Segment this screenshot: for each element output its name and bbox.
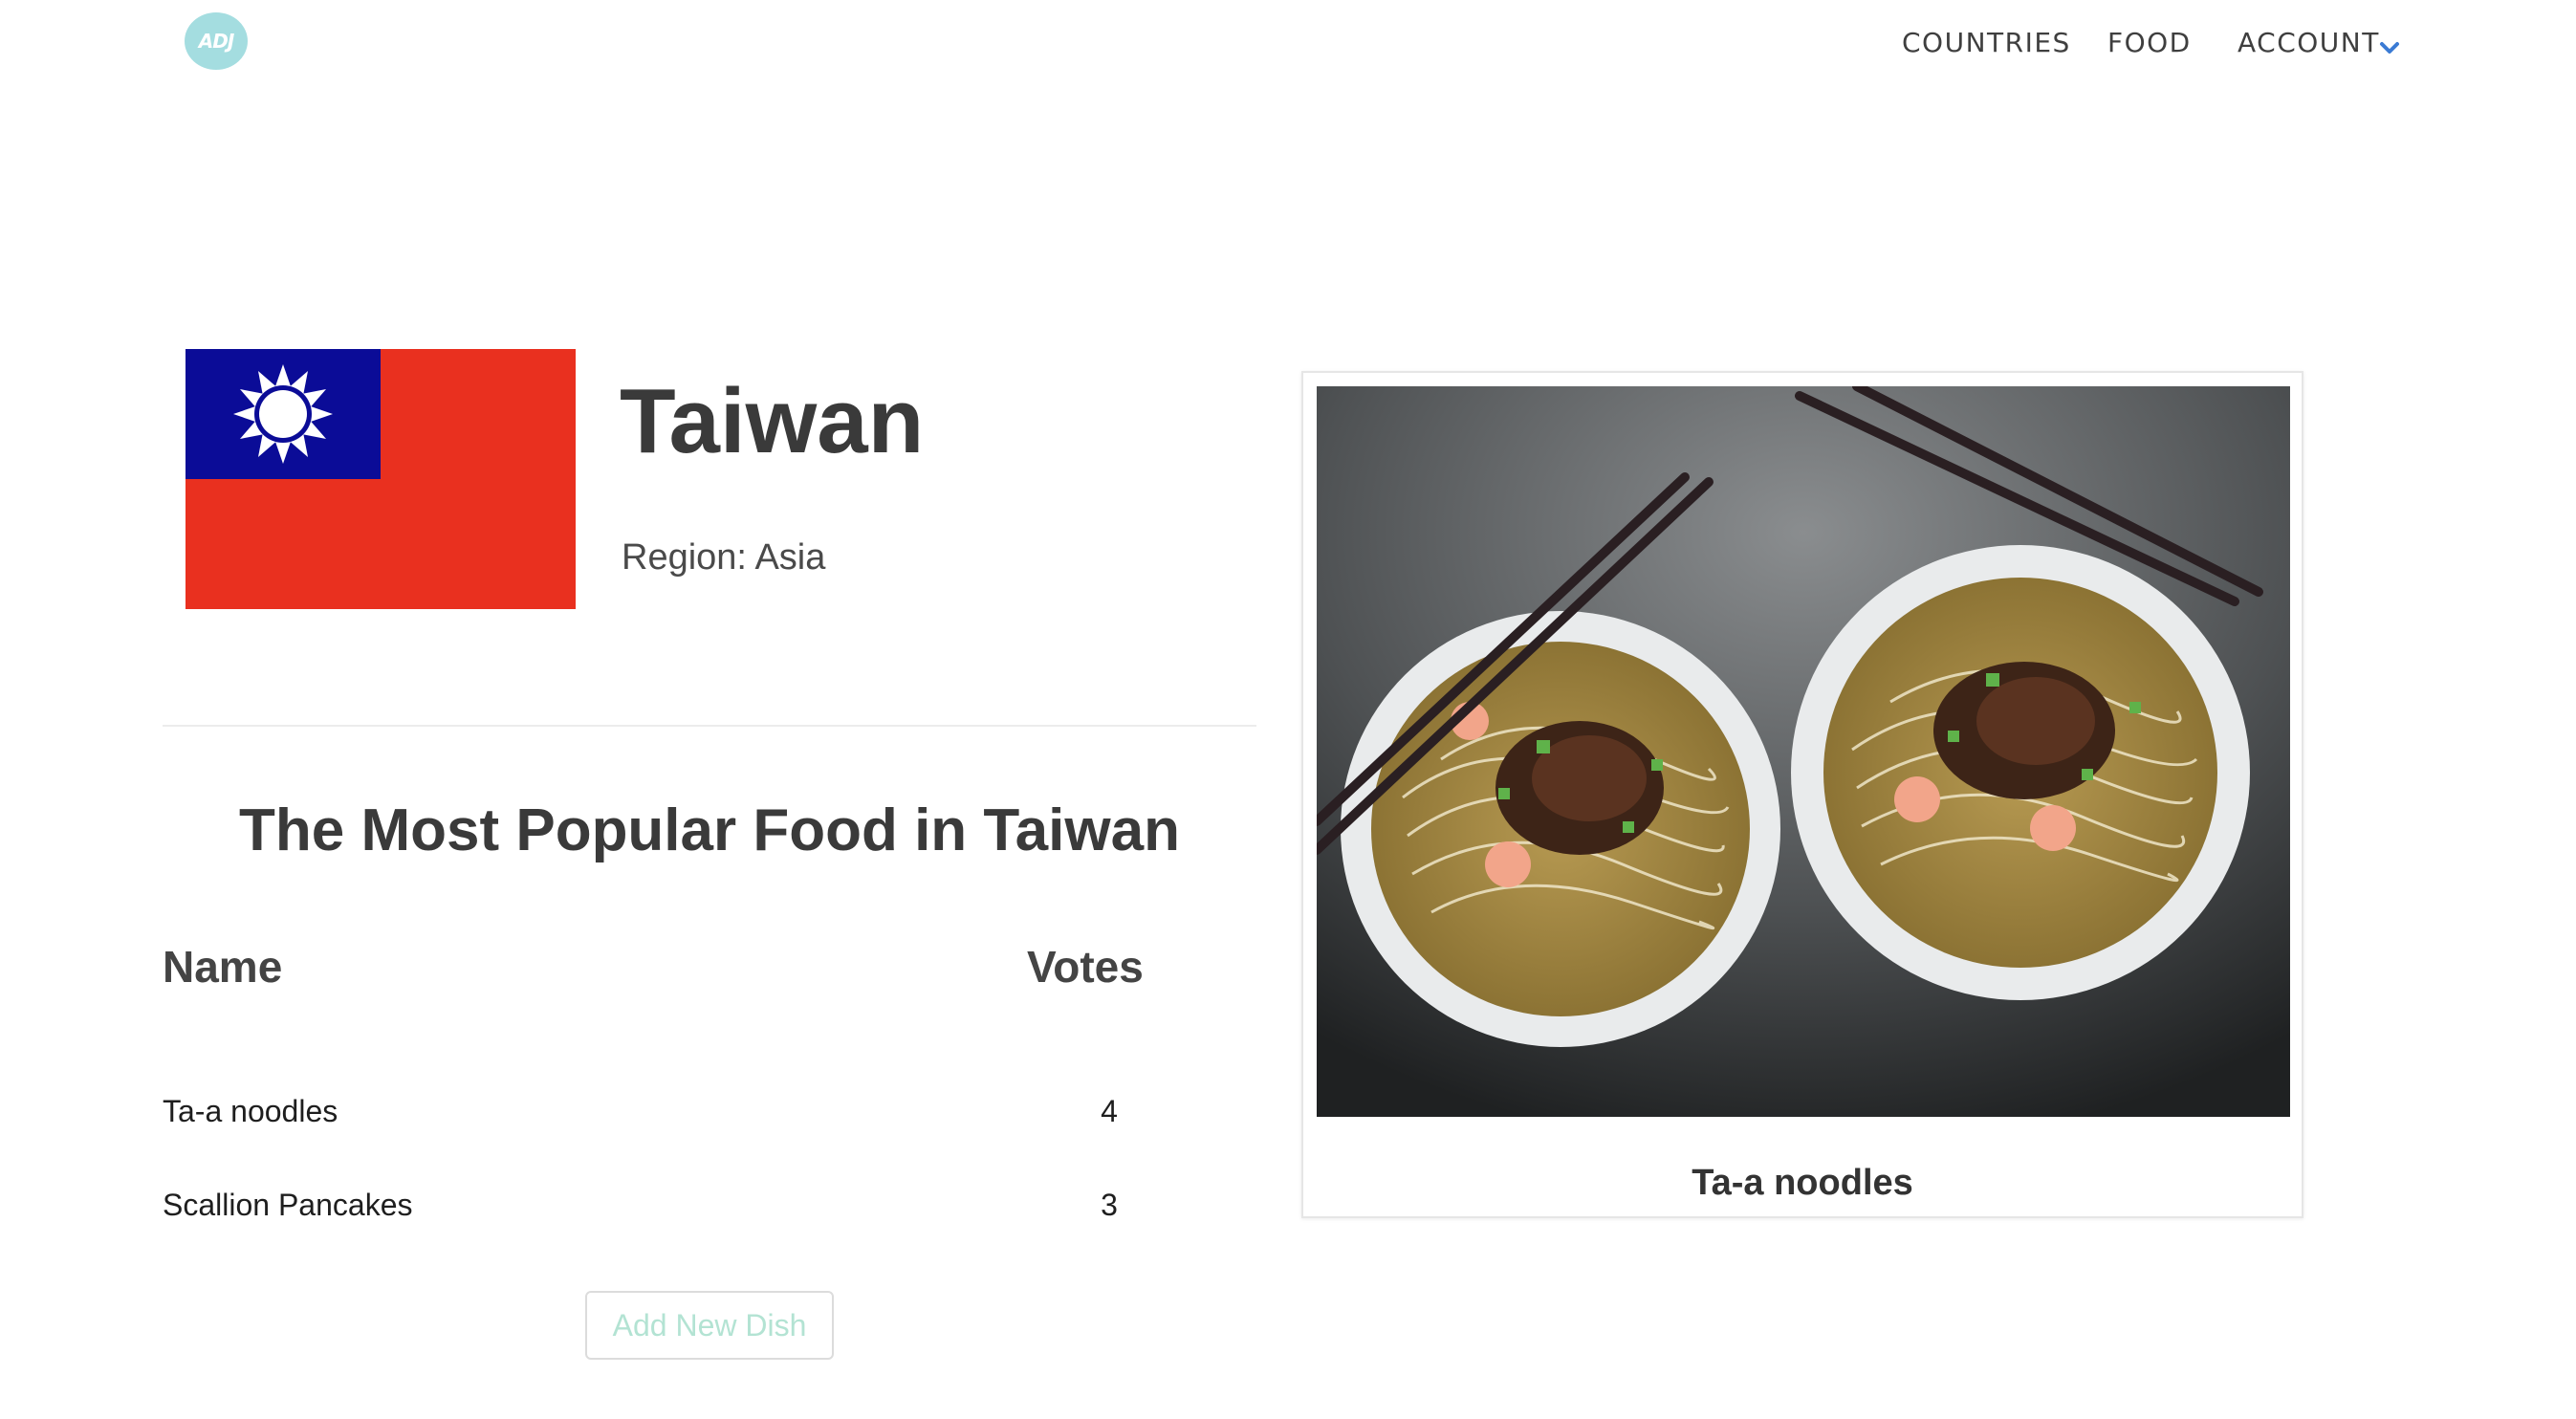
table-row[interactable]: Scallion Pancakes 3 <box>163 1188 1119 1245</box>
top-navbar: ADJ COUNTRIES FOOD ACCOUNT <box>0 0 2576 88</box>
featured-dish-card[interactable]: Ta-a noodles <box>1301 371 2303 1218</box>
dish-name[interactable]: Scallion Pancakes <box>163 1188 412 1223</box>
site-logo[interactable]: ADJ <box>185 12 248 70</box>
featured-dish-caption[interactable]: Ta-a noodles <box>1303 1163 2302 1204</box>
nav-countries-link[interactable]: COUNTRIES <box>1902 27 2071 58</box>
noodle-bowls-photo-icon <box>1317 386 2290 1117</box>
dish-name[interactable]: Ta-a noodles <box>163 1094 338 1129</box>
popular-food-title: The Most Popular Food in Taiwan <box>239 797 1180 863</box>
chevron-down-icon[interactable] <box>2376 34 2403 61</box>
featured-dish-image[interactable] <box>1317 386 2290 1117</box>
flag-canton <box>186 349 381 479</box>
nav-account-link[interactable]: ACCOUNT <box>2238 27 2380 58</box>
section-divider <box>163 725 1256 727</box>
region-label: Region: <box>622 537 747 578</box>
country-name: Taiwan <box>620 370 925 472</box>
dish-votes: 3 <box>1101 1188 1118 1222</box>
nav-food-link[interactable]: FOOD <box>2107 27 2192 58</box>
logo-text: ADJ <box>198 30 235 53</box>
column-header-votes: Votes <box>1027 942 1144 992</box>
dish-votes: 4 <box>1101 1094 1118 1128</box>
table-row[interactable]: Ta-a noodles 4 <box>163 1094 1119 1151</box>
white-sun-icon <box>233 364 333 464</box>
add-new-dish-button[interactable]: Add New Dish <box>585 1291 834 1360</box>
region-value: Asia <box>754 537 826 578</box>
column-header-name: Name <box>163 942 283 992</box>
country-region: Region: Asia <box>622 537 825 579</box>
country-flag <box>186 349 576 609</box>
